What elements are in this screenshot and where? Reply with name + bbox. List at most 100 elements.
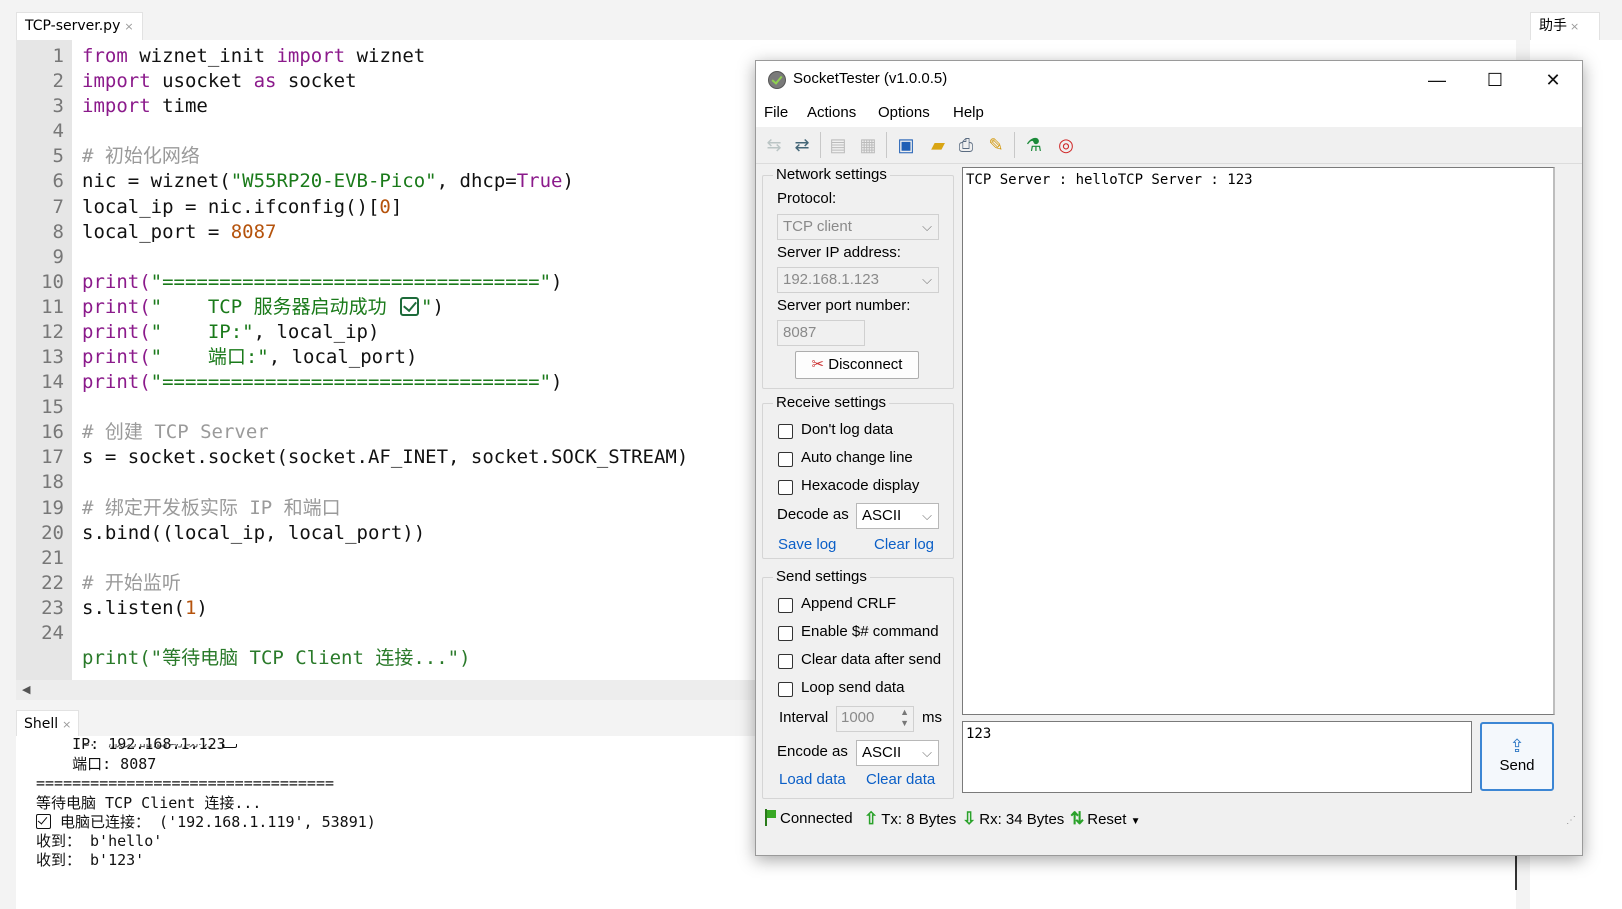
close-button[interactable]: ✕ [1524, 61, 1582, 99]
disconnect-icon[interactable]: ⇄ [790, 133, 814, 157]
maximize-button[interactable]: ☐ [1466, 61, 1524, 99]
dont-log-label: Don't log data [801, 421, 894, 438]
line-number: 19 [41, 497, 64, 519]
chevron-down-icon: ⌵ [922, 272, 932, 287]
auto-change-line-checkbox[interactable] [778, 452, 793, 467]
check-icon [36, 814, 51, 829]
status-connected: Connected [764, 809, 853, 827]
line-number: 18 [41, 471, 64, 493]
send-icon: ⇪ [1509, 736, 1525, 756]
copy-icon[interactable]: ▦ [856, 133, 880, 157]
protocol-select[interactable]: TCP client ⌵ [777, 214, 939, 240]
shell-tab-close-icon[interactable]: × [62, 718, 71, 731]
line-number: 13 [41, 346, 64, 368]
send-content: 123 [966, 726, 992, 742]
code-comment: # 初始化网络 [82, 145, 200, 167]
shell-line: 电脑已连接： ('192.168.1.119', 53891) [36, 813, 376, 832]
code-line: local_port = 8087 [82, 221, 277, 243]
dont-log-checkbox[interactable] [778, 424, 793, 439]
decode-select[interactable]: ASCII ⌵ [856, 503, 939, 529]
line-number: 15 [41, 396, 64, 418]
menu-actions[interactable]: Actions [807, 104, 856, 121]
tab-close-icon[interactable]: × [124, 20, 133, 33]
server-ip-select[interactable]: 192.168.1.123 ⌵ [777, 267, 939, 293]
resize-grip-icon[interactable]: ⋰ [1566, 815, 1576, 826]
tab-label: TCP-server.py [25, 18, 121, 34]
code-line: s.listen(1) [82, 597, 208, 619]
up-arrow-icon: ⇧ [864, 809, 879, 828]
minimize-button[interactable]: — [1408, 61, 1466, 99]
clear-data-link[interactable]: Clear data [866, 771, 935, 788]
group-title: Network settings [773, 166, 890, 183]
line-number: 1 [52, 45, 64, 67]
line-number: 9 [52, 246, 64, 268]
stepper-arrows-icon[interactable]: ▲ ▼ [900, 707, 909, 729]
clear-after-send-checkbox[interactable] [778, 654, 793, 669]
line-number: 20 [41, 522, 64, 544]
code-line: from wiznet_init import wiznet [82, 45, 426, 67]
disconnect-button[interactable]: ✂ Disconnect [795, 351, 919, 379]
send-button[interactable]: ⇪ Send [1480, 722, 1554, 791]
loop-send-label: Loop send data [801, 679, 905, 696]
append-crlf-checkbox[interactable] [778, 598, 793, 613]
tab-assistant[interactable]: 助手 × [1530, 12, 1600, 40]
tab-tcp-server-py[interactable]: TCP-server.py × [16, 12, 143, 40]
code-line: nic = wiznet("W55RP20-EVB-Pico", dhcp=Tr… [82, 170, 574, 192]
clear-log-link[interactable]: Clear log [874, 536, 934, 553]
interval-unit: ms [922, 709, 942, 726]
assistant-tab-close-icon[interactable]: × [1570, 20, 1579, 33]
line-number: 11 [41, 296, 64, 318]
menu-file[interactable]: File [764, 104, 788, 121]
save-icon[interactable]: ▣ [894, 133, 918, 157]
hexacode-checkbox[interactable] [778, 480, 793, 495]
line-number: 7 [52, 196, 64, 218]
code-line: s.bind((local_ip, local_port)) [82, 522, 426, 544]
app-icon [768, 71, 786, 89]
shell-line: ================================= [36, 774, 335, 792]
reset-dropdown[interactable]: ⇅ Reset ▼ [1070, 809, 1141, 829]
log-content: TCP Server : helloTCP Server : 123 [966, 172, 1253, 188]
code-comment: # 开始监听 [82, 572, 181, 594]
window-titlebar[interactable]: SocketTester (v1.0.0.5) — ☐ ✕ [756, 61, 1582, 99]
code-line: local_ip = nic.ifconfig()[0] [82, 196, 403, 218]
dropdown-caret-icon: ▼ [1130, 816, 1141, 827]
print-icon[interactable]: ⎙ [954, 133, 978, 157]
down-arrow-icon: ⇩ [962, 809, 977, 828]
line-number: 3 [52, 95, 64, 117]
loop-send-checkbox[interactable] [778, 682, 793, 697]
hexacode-label: Hexacode display [801, 477, 920, 494]
open-folder-icon[interactable]: ▰ [926, 133, 950, 157]
shell-line: 端口: 8087 [36, 755, 157, 773]
clear-after-send-label: Clear data after send [801, 651, 942, 668]
status-bar: Connected ⇧ Tx: 8 Bytes ⇩ Rx: 34 Bytes ⇅ Re… [756, 805, 1582, 833]
load-data-link[interactable]: Load data [779, 771, 846, 788]
port-input[interactable]: 8087 [777, 320, 865, 346]
chevron-down-icon: ⌵ [922, 745, 932, 760]
connect-icon[interactable]: ⇆ [762, 133, 786, 157]
code-line: import usocket as socket [82, 70, 357, 92]
save-log-link[interactable]: Save log [778, 536, 836, 553]
send-file-icon[interactable]: ▤ [826, 133, 850, 157]
code-line: print(" 端口:", local_port) [82, 346, 418, 368]
line-number: 6 [52, 170, 64, 192]
help-lifebuoy-icon[interactable]: ◎ [1054, 133, 1078, 157]
clear-brush-icon[interactable]: ✎ [984, 133, 1008, 157]
send-button-label: Send [1499, 757, 1535, 774]
line-number: 8 [52, 221, 64, 243]
enable-command-checkbox[interactable] [778, 626, 793, 641]
menu-help[interactable]: Help [953, 104, 984, 121]
toolbar: ⇆ ⇄ ▤ ▦ ▣ ▰ ⎙ ✎ ⚗ ◎ [756, 127, 1582, 164]
interval-label: Interval [779, 709, 829, 726]
scroll-left-icon[interactable]: ◀ [22, 683, 30, 696]
code-line: print(" IP:", local_ip) [82, 321, 380, 343]
send-data-textarea[interactable]: 123 [962, 721, 1472, 793]
line-number: 14 [41, 371, 64, 393]
encode-select[interactable]: ASCII ⌵ [856, 740, 939, 766]
tab-shell[interactable]: Shell × [16, 710, 80, 737]
shell-line: 收到： b'123' [36, 851, 145, 869]
interval-stepper[interactable]: 1000 ▲ ▼ [836, 706, 914, 732]
test-flask-icon[interactable]: ⚗ [1022, 133, 1046, 157]
received-log-textarea[interactable]: TCP Server : helloTCP Server : 123 [962, 167, 1555, 715]
menu-options[interactable]: Options [878, 104, 930, 121]
line-number: 5 [52, 145, 64, 167]
